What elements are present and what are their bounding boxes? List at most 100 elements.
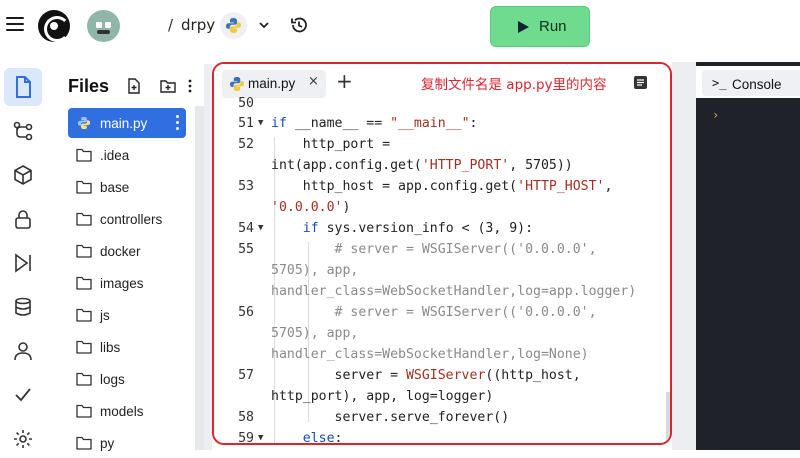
code-line: server = WSGIServer((http_host, — [271, 368, 581, 383]
file-item-py[interactable]: py — [68, 428, 186, 458]
file-item-docker[interactable]: docker — [68, 236, 186, 266]
close-icon[interactable]: × — [308, 74, 319, 89]
file-options-icon[interactable] — [176, 115, 180, 133]
file-item-label: js — [100, 307, 110, 323]
fold-icon[interactable]: ▼ — [258, 223, 263, 233]
code-comment: 5705), app, — [271, 263, 359, 278]
code-line: http_port = — [271, 137, 391, 152]
code-line: if sys.version_info < (3, 9): — [302, 221, 534, 236]
more-options-icon[interactable] — [182, 78, 198, 94]
new-folder-icon[interactable] — [160, 78, 176, 94]
editor-tab-bar: main.py × + 复制文件名是 app.py里的内容 — [214, 64, 670, 102]
play-icon — [518, 21, 529, 33]
user-avatar[interactable] — [87, 10, 120, 42]
tab-console[interactable]: >_ Console × — [702, 70, 800, 96]
code-line: int(app.config.get('HTTP_PORT', 5705)) — [271, 158, 573, 173]
code-line: http_port), app, log=logger) — [271, 389, 494, 404]
file-item-label: models — [100, 403, 144, 419]
folder-icon — [76, 148, 92, 162]
code-comment: 5705), app, — [271, 326, 359, 341]
file-item-libs[interactable]: libs — [68, 332, 186, 362]
files-title: Files — [68, 76, 110, 96]
check-icon[interactable] — [4, 376, 42, 414]
file-item-models[interactable]: models — [68, 396, 186, 426]
add-tab-button[interactable]: + — [336, 71, 353, 91]
file-item-controllers[interactable]: controllers — [68, 204, 186, 234]
code-area[interactable]: 50 51 ▼ if __name__ == "__main__": 52 ht… — [214, 96, 670, 445]
new-file-icon[interactable] — [126, 78, 142, 94]
auth-icon[interactable] — [4, 332, 42, 370]
files-panel: Files main.py .idea base controllers doc… — [60, 64, 204, 451]
console-prompt: › — [712, 108, 720, 122]
line-number: 55 — [238, 242, 254, 257]
line-number: 54 — [238, 221, 254, 236]
files-scrollbar[interactable] — [195, 106, 204, 450]
folder-icon — [76, 404, 92, 418]
replit-logo[interactable] — [38, 10, 70, 42]
fold-icon[interactable]: ▼ — [258, 118, 263, 128]
line-number: 57 — [238, 368, 254, 383]
file-item-label: main.py — [100, 115, 148, 131]
file-item-base[interactable]: base — [68, 172, 186, 202]
run-button-label: Run — [539, 18, 567, 35]
folder-icon — [76, 436, 92, 450]
panel-divider[interactable] — [672, 62, 696, 450]
file-item-images[interactable]: images — [68, 268, 186, 298]
file-item-label: base — [100, 179, 130, 195]
folder-icon — [76, 212, 92, 226]
file-item-idea[interactable]: .idea — [68, 140, 186, 170]
annotation-text: 复制文件名是 app.py里的内容 — [421, 77, 607, 93]
code-comment: # server = WSGIServer(('0.0.0.0', — [271, 242, 597, 257]
chevron-down-icon[interactable] — [258, 19, 270, 31]
database-icon[interactable] — [4, 288, 42, 326]
console-tab-bar: >_ Console × — [696, 66, 800, 98]
git-icon[interactable] — [4, 112, 42, 150]
folder-icon — [76, 180, 92, 194]
packages-icon[interactable] — [4, 156, 42, 194]
file-item-label: logs — [100, 371, 125, 387]
code-comment: # server = WSGIServer(('0.0.0.0', — [271, 305, 597, 320]
line-number: 58 — [238, 410, 254, 425]
fold-icon[interactable]: ▼ — [258, 433, 263, 443]
code-line: '0.0.0.0') — [271, 200, 351, 215]
file-item-js[interactable]: js — [68, 300, 186, 330]
settings-icon[interactable] — [4, 420, 42, 458]
file-item-label: controllers — [100, 211, 163, 227]
code-comment: handler_class=WebSocketHandler,log=app.l… — [271, 284, 637, 299]
file-item-label: py — [100, 435, 115, 451]
document-icon[interactable] — [633, 75, 648, 90]
line-number: 56 — [238, 305, 254, 320]
tab-main-py[interactable]: main.py × — [222, 70, 326, 98]
file-item-label: libs — [100, 339, 121, 355]
file-item-main-py[interactable]: main.py — [68, 108, 186, 138]
code-line: server.serve_forever() — [271, 410, 510, 425]
file-item-label: .idea — [100, 147, 130, 163]
top-bar: / drpy Run — [0, 0, 800, 52]
menu-icon[interactable] — [6, 17, 24, 31]
folder-icon — [76, 340, 92, 354]
breadcrumb-separator: / — [168, 16, 174, 34]
line-number: 52 — [238, 137, 254, 152]
python-file-icon — [77, 116, 91, 130]
debugger-icon[interactable] — [4, 244, 42, 282]
line-number: 59 — [238, 431, 254, 445]
file-item-label: images — [100, 275, 144, 291]
tab-label: Console — [732, 77, 782, 92]
history-icon[interactable] — [289, 15, 309, 35]
secrets-icon[interactable] — [4, 200, 42, 238]
run-button[interactable]: Run — [490, 6, 590, 47]
line-number: 50 — [238, 96, 254, 111]
line-number: 53 — [238, 179, 254, 194]
tool-rail — [0, 60, 46, 450]
files-icon[interactable] — [4, 68, 42, 106]
folder-icon — [76, 372, 92, 386]
python-icon — [230, 77, 244, 91]
panel-divider[interactable] — [204, 64, 212, 450]
code-line: http_host = app.config.get('HTTP_HOST', — [271, 179, 613, 194]
line-number: 51 — [238, 116, 254, 131]
repl-name[interactable]: drpy — [181, 16, 215, 34]
python-icon[interactable] — [220, 12, 247, 39]
code-line: else: — [302, 431, 343, 445]
code-comment: handler_class=WebSocketHandler,log=None) — [271, 347, 589, 362]
file-item-logs[interactable]: logs — [68, 364, 186, 394]
